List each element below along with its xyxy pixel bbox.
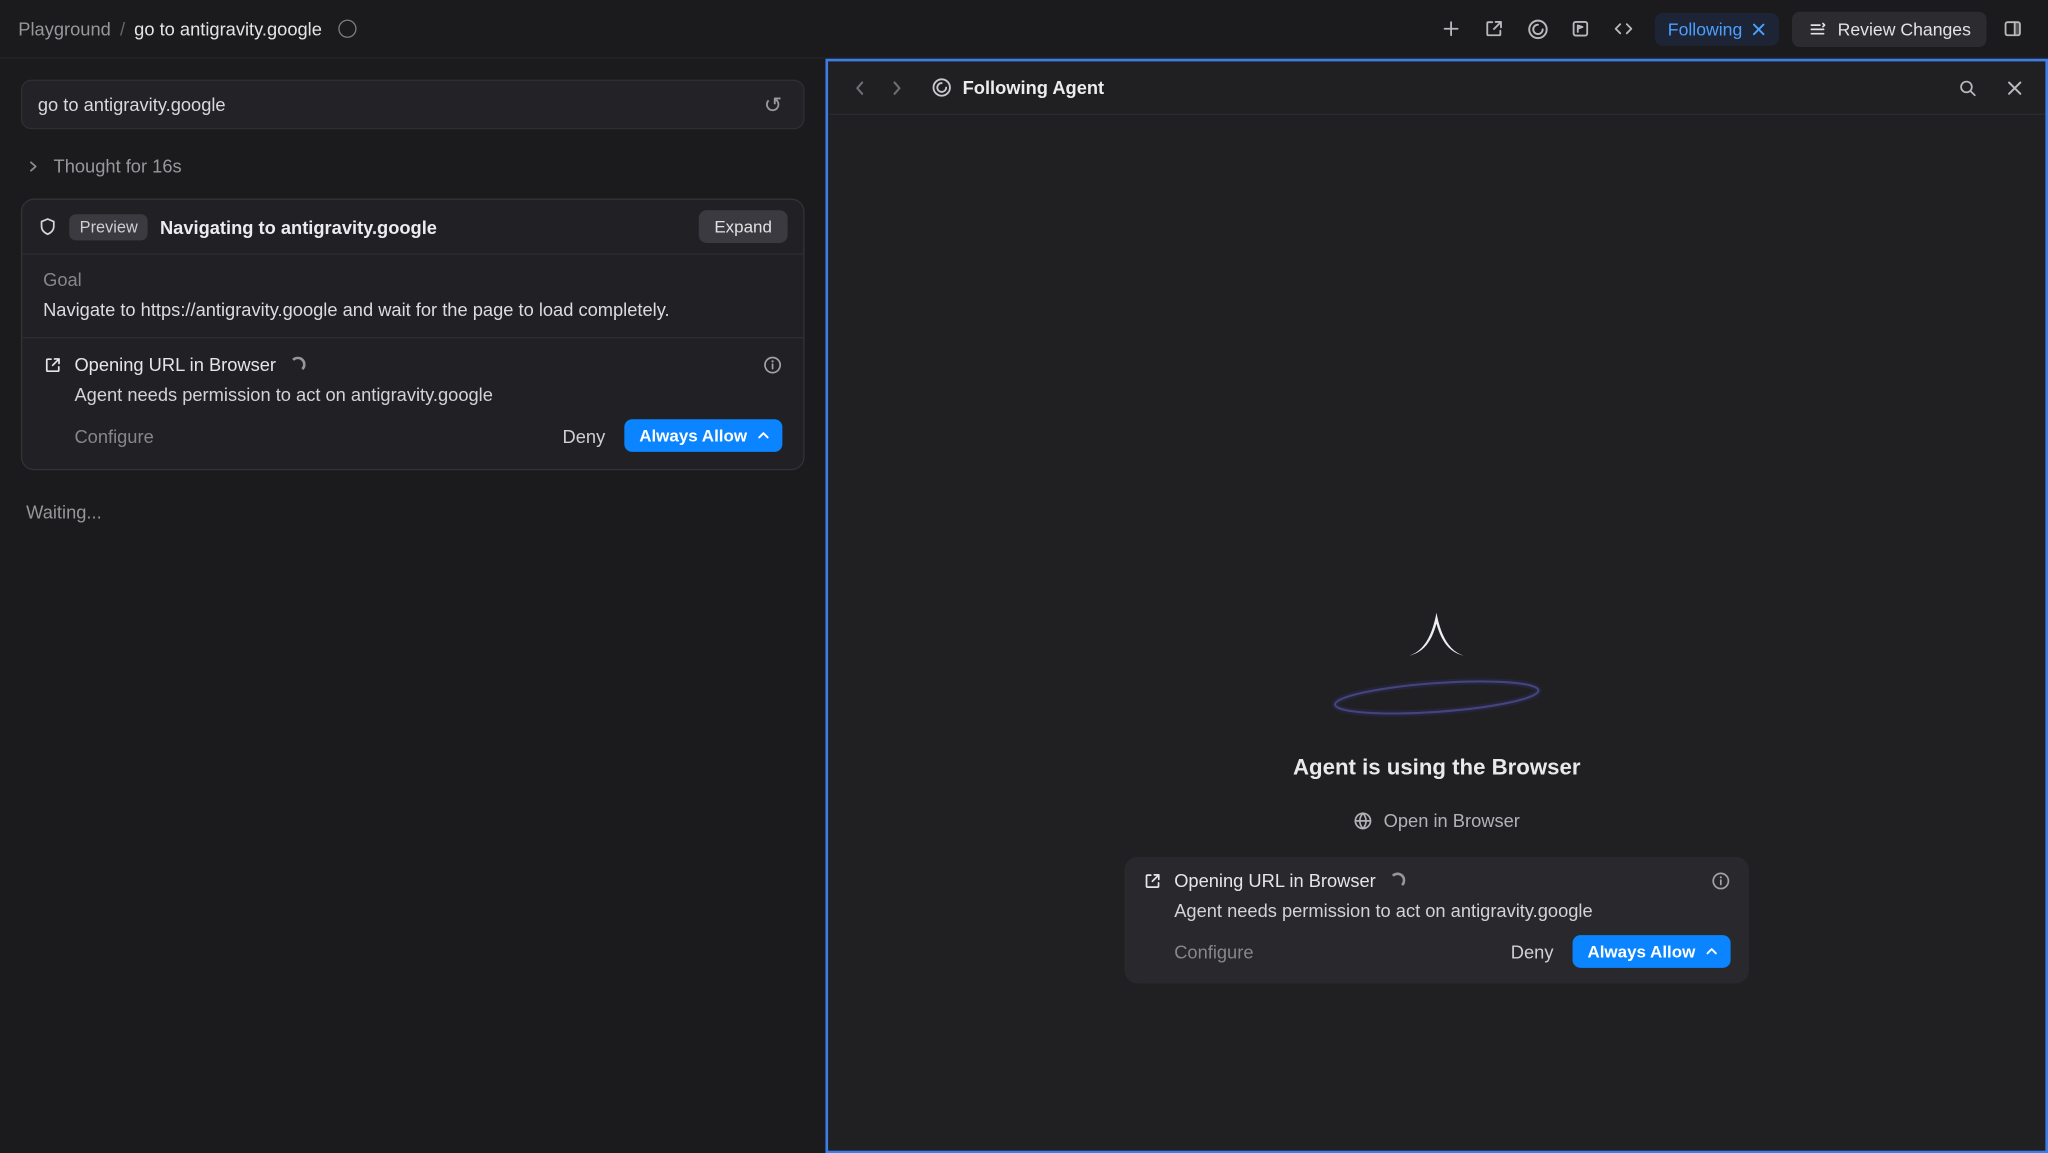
following-label: Following <box>1668 19 1742 39</box>
globe-icon <box>1354 810 1374 830</box>
conversation-panel: ↺ Thought for 16s Preview Navigating to … <box>0 59 825 1153</box>
panel-title-group: Following Agent <box>931 77 1104 98</box>
tool-card-header: Preview Navigating to antigravity.google… <box>22 200 803 255</box>
goal-text: Navigate to https://antigravity.google a… <box>43 299 782 320</box>
goal-label: Goal <box>43 269 782 290</box>
external-link-icon <box>43 355 63 375</box>
orbit-ring-icon <box>1324 661 1550 734</box>
deny-button[interactable]: Deny <box>563 425 606 446</box>
tool-card-title: Navigating to antigravity.google <box>160 216 437 237</box>
info-button[interactable] <box>763 355 783 375</box>
review-list-icon <box>1808 19 1828 39</box>
step-row: Opening URL in Browser <box>1143 870 1731 891</box>
external-link-icon <box>1143 871 1163 891</box>
forward-button[interactable] <box>882 73 911 102</box>
permission-actions: Configure Deny Always Allow <box>43 419 782 452</box>
top-bar: Playground / go to antigravity.google F <box>0 0 2048 59</box>
following-panel-header: Following Agent <box>828 61 2045 115</box>
step-spinner <box>1390 872 1406 888</box>
step-title: Opening URL in Browser <box>74 354 276 375</box>
antigravity-logo-icon <box>931 77 952 98</box>
agent-status-block: Agent is using the Browser Open in Brows… <box>828 611 2045 983</box>
send-to-pane-icon <box>1484 18 1505 39</box>
info-icon <box>1711 871 1731 891</box>
agent-status-title: Agent is using the Browser <box>1293 755 1580 781</box>
review-changes-label: Review Changes <box>1838 19 1971 39</box>
breadcrumb-playground[interactable]: Playground <box>18 18 111 39</box>
flag-panel-icon <box>1570 18 1591 39</box>
configure-link[interactable]: Configure <box>74 425 153 446</box>
info-button[interactable] <box>1711 871 1731 891</box>
open-in-pane-button[interactable] <box>1477 11 1512 46</box>
task-loading-spinner <box>339 20 357 38</box>
info-icon <box>763 355 783 375</box>
shield-icon <box>38 217 58 237</box>
configure-link[interactable]: Configure <box>1174 941 1253 962</box>
following-mode-chip[interactable]: Following <box>1655 12 1779 45</box>
breadcrumb-separator: / <box>120 18 125 39</box>
panel-header-actions <box>1953 73 2029 102</box>
following-agent-panel: Following Agent <box>825 59 2048 1153</box>
prompt-input[interactable] <box>38 94 759 115</box>
step-section: Opening URL in Browser Agent needs permi… <box>22 338 803 469</box>
breadcrumb: Playground / go to antigravity.google <box>18 18 357 39</box>
waiting-status: Waiting... <box>26 502 799 523</box>
chevron-right-icon <box>888 79 905 96</box>
action-buttons: Deny Always Allow <box>1511 935 1731 968</box>
chevron-left-icon <box>851 79 868 96</box>
tool-call-card: Preview Navigating to antigravity.google… <box>21 199 805 471</box>
search-icon <box>1957 78 1977 98</box>
permission-actions: Configure Deny Always Allow <box>1143 935 1731 968</box>
thought-toggle[interactable]: Thought for 16s <box>26 155 799 176</box>
step-spinner <box>290 357 306 373</box>
undo-button[interactable]: ↺ <box>759 91 788 118</box>
review-changes-button[interactable]: Review Changes <box>1792 11 1987 46</box>
preview-badge: Preview <box>69 214 148 240</box>
app-window: Playground / go to antigravity.google F <box>0 0 2048 1153</box>
chevron-up-icon <box>756 428 770 442</box>
permission-text: Agent needs permission to act on antigra… <box>43 384 782 405</box>
step-title: Opening URL in Browser <box>1174 870 1376 891</box>
a-glyph-icon <box>1408 611 1465 658</box>
always-allow-button[interactable]: Always Allow <box>625 419 783 452</box>
always-allow-label: Always Allow <box>1587 942 1695 962</box>
new-task-button[interactable] <box>1434 11 1469 46</box>
close-panel-button[interactable] <box>2000 73 2029 102</box>
agent-manager-button[interactable] <box>1563 11 1598 46</box>
antigravity-logo-button[interactable] <box>1520 11 1555 46</box>
open-in-browser-label: Open in Browser <box>1384 810 1520 831</box>
thought-label: Thought for 16s <box>54 155 182 176</box>
open-in-browser-link[interactable]: Open in Browser <box>1354 810 1520 831</box>
back-button[interactable] <box>845 73 874 102</box>
tool-call-card-mirror: Opening URL in Browser Agent needs permi… <box>1125 857 1749 984</box>
undo-icon: ↺ <box>764 92 783 117</box>
code-view-button[interactable] <box>1606 11 1641 46</box>
topbar-actions: Following Review Changes <box>1434 11 2030 46</box>
antigravity-logo-icon <box>1527 18 1549 40</box>
chevron-right-icon <box>26 159 40 173</box>
antigravity-a-logo <box>1306 611 1567 736</box>
breadcrumb-task-title[interactable]: go to antigravity.google <box>134 18 322 39</box>
action-buttons: Deny Always Allow <box>563 419 783 452</box>
layout-panel-icon <box>2002 18 2023 39</box>
goal-section: Goal Navigate to https://antigravity.goo… <box>22 255 803 339</box>
close-following-icon[interactable] <box>1751 22 1765 36</box>
permission-text: Agent needs permission to act on antigra… <box>1143 900 1731 921</box>
code-icon <box>1614 18 1635 39</box>
panel-title: Following Agent <box>963 77 1105 98</box>
chevron-up-icon <box>1704 944 1718 958</box>
toggle-panel-button[interactable] <box>1994 11 2029 46</box>
always-allow-button[interactable]: Always Allow <box>1573 935 1731 968</box>
search-button[interactable] <box>1953 73 1982 102</box>
close-icon <box>2006 79 2023 96</box>
step-row: Opening URL in Browser <box>43 354 782 375</box>
browser-placeholder-area: Agent is using the Browser Open in Brows… <box>828 115 2045 1151</box>
always-allow-label: Always Allow <box>639 426 747 446</box>
plus-icon <box>1441 18 1462 39</box>
deny-button[interactable]: Deny <box>1511 941 1554 962</box>
prompt-box: ↺ <box>21 80 805 130</box>
expand-button[interactable]: Expand <box>699 210 788 243</box>
